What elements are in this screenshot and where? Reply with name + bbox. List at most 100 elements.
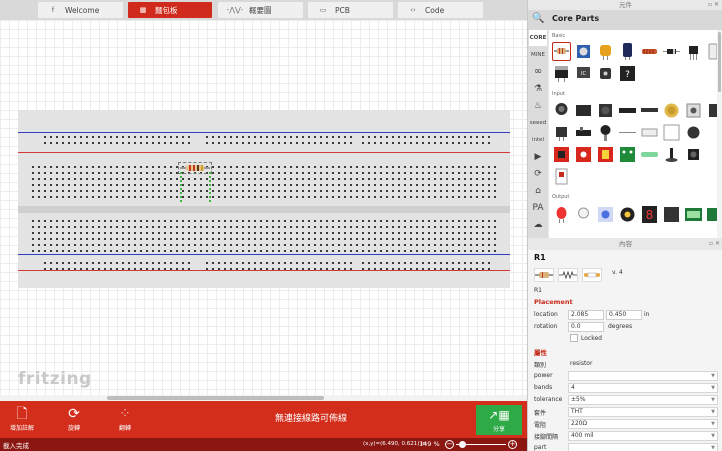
tab-pcb[interactable]: ▭ PCB [308, 2, 393, 18]
bands-select[interactable]: 4 [568, 383, 718, 393]
part-fsr[interactable] [640, 123, 659, 142]
part-ir-sensor[interactable] [596, 123, 615, 142]
breadboard[interactable] [18, 110, 510, 288]
part-mystery[interactable]: ? [618, 64, 637, 83]
bin-media[interactable]: ▶ [529, 149, 547, 165]
part-sensor-module[interactable] [552, 167, 571, 186]
rotate-button[interactable]: ⟳ 旋轉 [52, 404, 96, 436]
tab-label: Code [425, 5, 445, 15]
part-dip-switch[interactable] [618, 101, 637, 120]
pin-spacing-select[interactable]: 400 mil [568, 431, 718, 441]
tab-welcome[interactable]: f Welcome [38, 2, 123, 18]
tolerance-select[interactable]: ±5% [568, 395, 718, 405]
location-y-input[interactable]: 0.450 [606, 310, 642, 320]
parts-dock-title: 元件 [619, 1, 632, 9]
part-inductor[interactable] [640, 42, 659, 61]
part-piezo[interactable] [662, 145, 681, 164]
part-capacitor-electrolytic[interactable] [618, 42, 637, 61]
bin-snootlab[interactable]: ♨ [529, 98, 547, 114]
location-x-input[interactable]: 2.085 [568, 310, 604, 320]
part-tactile-switch[interactable] [684, 145, 703, 164]
locked-row: Locked [528, 333, 722, 345]
part-resistor[interactable] [552, 42, 571, 61]
scrollbar-thumb[interactable] [718, 32, 721, 92]
part-ic[interactable]: IC [574, 64, 593, 83]
inspector-dock-buttons[interactable]: ▫ ✕ [709, 240, 720, 247]
tab-label: 麵包板 [155, 5, 178, 15]
part-accelerometer[interactable] [574, 101, 593, 120]
part-slide-switch[interactable] [574, 123, 593, 142]
part-led[interactable] [552, 205, 571, 224]
part-seven-segment[interactable]: 8 [640, 205, 659, 224]
prop-key: 套件 [534, 410, 547, 417]
bin-seeed[interactable]: seeed [529, 115, 547, 131]
part-rfid-reader[interactable] [662, 123, 681, 142]
part-voltage-regulator[interactable] [552, 64, 571, 83]
bin-intel[interactable]: intel [529, 132, 547, 148]
zoom-out-button[interactable]: − [445, 440, 454, 449]
part-knob[interactable] [684, 123, 703, 142]
flip-button[interactable]: ⁘ 翻轉 [103, 404, 147, 436]
power-select[interactable] [568, 371, 718, 381]
search-icon[interactable]: 🔍 [532, 13, 544, 25]
resistor-r1[interactable] [180, 164, 210, 172]
prop-key: 接腳間隔 [534, 434, 559, 441]
part-red-breakout[interactable] [552, 145, 571, 164]
zoom-in-button[interactable]: + [508, 440, 517, 449]
inspector-panel: R1 v. 4 R1 Placement location 2.085 0.45… [528, 250, 722, 451]
part-neopixel[interactable] [618, 205, 637, 224]
part-moisture-sensor[interactable] [618, 145, 637, 164]
part-temperature-sensor[interactable] [552, 123, 571, 142]
zoom-slider-knob[interactable] [459, 441, 466, 448]
share-button[interactable]: ↗▦ 分享 [476, 405, 522, 435]
part-hall-sensor[interactable] [684, 101, 703, 120]
tab-schematic[interactable]: -⋀⋁- 概要圖 [218, 2, 303, 18]
parts-vertical-scrollbar[interactable] [717, 30, 722, 238]
scrollbar-thumb[interactable] [107, 396, 324, 400]
part-pushbutton[interactable] [596, 101, 615, 120]
status-text: 載入完成 [3, 442, 29, 450]
bin-temp[interactable]: ☁ [529, 217, 547, 233]
locked-checkbox[interactable] [570, 334, 578, 342]
svg-text:?: ? [625, 70, 630, 80]
bin-pa[interactable]: PA [529, 200, 547, 216]
placement-section-title: Placement [534, 298, 573, 306]
part-crystal[interactable] [596, 64, 615, 83]
bin-contrib[interactable]: ⟳ [529, 166, 547, 182]
part-photocell[interactable] [662, 101, 681, 120]
part-potentiometer[interactable] [574, 42, 593, 61]
part-flex-sensor[interactable] [640, 101, 659, 120]
tab-breadboard[interactable]: ▦ 麵包板 [128, 2, 212, 18]
svg-text:8: 8 [646, 208, 654, 222]
prop-key: bands [534, 384, 553, 391]
part-gas-sensor[interactable] [574, 145, 593, 164]
package-select[interactable]: THT [568, 407, 718, 417]
resistor-leg-connected [180, 172, 182, 204]
bin-core[interactable]: CORE [529, 30, 547, 46]
part-select[interactable] [568, 443, 718, 451]
prop-row-part: part [528, 442, 722, 451]
tab-code[interactable]: ‹› Code [398, 2, 483, 18]
bin-sparkfun[interactable]: ⚗ [529, 81, 547, 97]
bin-arduino[interactable]: ∞ [529, 64, 547, 80]
bin-mine[interactable]: MINE [529, 47, 547, 63]
part-diode[interactable] [662, 42, 681, 61]
bin-arduino-mega[interactable]: ⌂ [529, 183, 547, 199]
part-microphone[interactable] [552, 101, 571, 120]
part-capacitor-ceramic[interactable] [596, 42, 615, 61]
part-reed-switch[interactable] [618, 123, 637, 142]
resistance-select[interactable]: 220Ω [568, 419, 718, 429]
rotation-input[interactable]: 0.0 [568, 322, 604, 332]
location-label: location [534, 311, 558, 318]
parts-dock-buttons[interactable]: ▫ ✕ [708, 1, 719, 8]
prop-row-resistance: 電阻 220Ω [528, 418, 722, 430]
part-light-bulb[interactable] [574, 205, 593, 224]
section-basic-label: Basic [552, 33, 566, 39]
part-transistor[interactable] [684, 42, 703, 61]
part-sparkfun-breakout[interactable] [596, 145, 615, 164]
part-rgb-led[interactable] [596, 205, 615, 224]
add-note-button[interactable]: 🗋 增加註解 [0, 404, 44, 436]
part-led-matrix[interactable] [662, 205, 681, 224]
part-tilt-sensor[interactable] [640, 145, 659, 164]
part-lcd[interactable] [684, 205, 703, 224]
